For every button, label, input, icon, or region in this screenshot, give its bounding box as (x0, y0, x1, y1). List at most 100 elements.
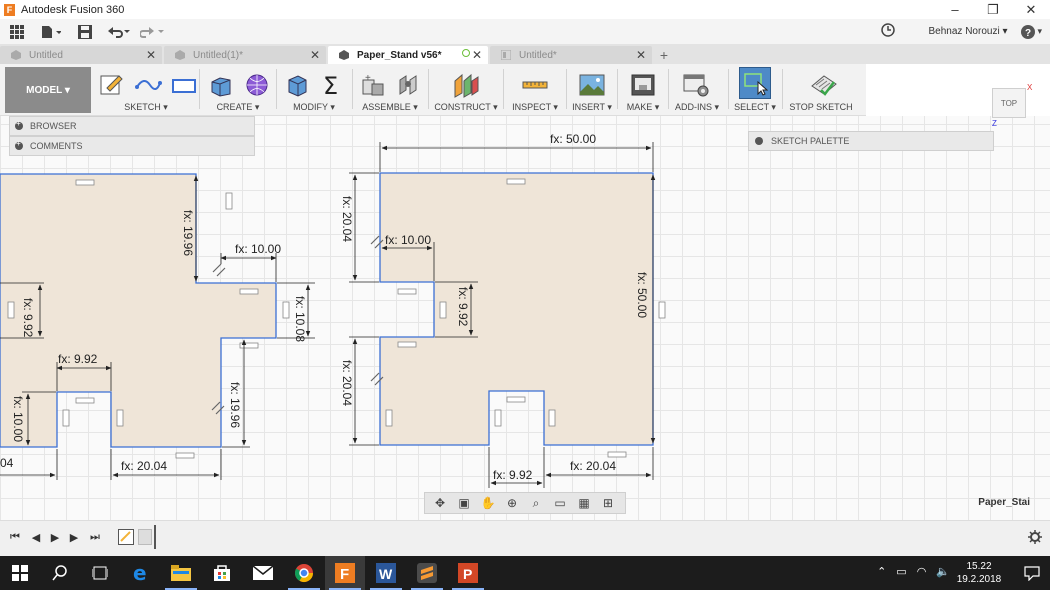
timeline-settings-gear-icon[interactable] (1028, 530, 1042, 547)
dim-text[interactable]: fx: 19.96 (228, 382, 242, 428)
close-tab-icon[interactable]: ✕ (472, 48, 482, 62)
tab-untitled-1[interactable]: Untitled(1)* ✕ (164, 46, 326, 64)
viewcube[interactable]: TOP (992, 88, 1026, 118)
file-menu-icon[interactable] (34, 21, 68, 43)
right-profile-shape[interactable] (379, 172, 654, 446)
previous-step-icon[interactable]: ◀ (29, 530, 43, 544)
dim-text[interactable]: fx: 9.92 (456, 287, 470, 327)
first-step-icon[interactable]: ⏮ (8, 530, 22, 544)
job-status-clock-icon[interactable] (880, 23, 895, 40)
tab-untitled[interactable]: Untitled ✕ (0, 46, 162, 64)
dim-text[interactable]: fx: 10.08 (293, 296, 307, 342)
wifi-icon[interactable]: ◠ (917, 565, 927, 578)
stop-sketch-icon[interactable] (808, 69, 840, 101)
search-icon[interactable] (40, 556, 80, 590)
grid-settings-icon[interactable]: ▦ (574, 495, 594, 511)
sketch-group[interactable]: SKETCH ▾ (96, 64, 196, 116)
close-tab-icon[interactable]: ✕ (636, 48, 646, 62)
rectangle-icon[interactable] (168, 69, 200, 101)
taskbar-clock[interactable]: 15.22 19.2.2018 (954, 560, 1004, 586)
zoom-window-icon[interactable]: ⌕ (526, 495, 546, 511)
word-icon[interactable]: W (366, 556, 406, 590)
joint-icon[interactable] (393, 69, 425, 101)
expand-plus-icon[interactable] (15, 139, 23, 150)
sketch-feature-icon[interactable] (118, 529, 134, 545)
minimize-icon[interactable]: – (936, 0, 974, 19)
expand-plus-icon[interactable] (755, 137, 763, 145)
chrome-icon[interactable] (284, 556, 324, 590)
dim-text[interactable]: fx: 50.00 (635, 272, 649, 318)
insert-group[interactable]: INSERT ▾ (572, 64, 612, 116)
save-icon[interactable] (68, 21, 102, 43)
powerpoint-icon[interactable]: P (448, 556, 488, 590)
close-window-icon[interactable]: ✕ (1012, 0, 1050, 19)
user-account-menu[interactable]: Behnaz Norouzi ▾ (929, 26, 1008, 37)
dim-text[interactable]: fx: 20.04 (570, 459, 616, 473)
dim-text[interactable]: fx: 9.92 (21, 298, 35, 338)
dim-text[interactable]: fx: 20.04 (340, 360, 354, 406)
battery-icon[interactable]: ▭ (896, 565, 906, 578)
display-settings-icon[interactable]: ▭ (550, 495, 570, 511)
next-step-icon[interactable]: ▶ (67, 530, 81, 544)
3d-print-icon[interactable] (627, 69, 659, 101)
dim-text[interactable]: fx: 20.04 (121, 459, 167, 473)
offset-plane-icon[interactable] (450, 69, 482, 101)
new-component-icon[interactable]: + (357, 69, 389, 101)
modify-group[interactable]: Σ MODIFY ▾ (281, 64, 347, 116)
dim-text[interactable]: fx: 10.00 (385, 233, 431, 247)
help-icon[interactable]: ? ▾ (1021, 24, 1042, 39)
expand-plus-icon[interactable] (15, 119, 23, 130)
pan-hand-icon[interactable]: ✋ (478, 495, 498, 511)
comments-panel[interactable]: COMMENTS (9, 136, 255, 156)
workspace-switcher-button[interactable]: MODEL ▾ (5, 67, 91, 113)
action-center-icon[interactable] (1024, 565, 1040, 584)
data-panel-grid-icon[interactable] (0, 21, 34, 43)
mail-icon[interactable] (243, 556, 283, 590)
insert-image-icon[interactable] (576, 69, 608, 101)
dim-text[interactable]: 04 (0, 456, 14, 470)
dim-text[interactable]: fx: 9.92 (493, 468, 533, 482)
tab-untitled-star[interactable]: Untitled* ✕ (490, 46, 652, 64)
select-cursor-icon[interactable] (739, 67, 771, 99)
assemble-group[interactable]: + ASSEMBLE ▾ (357, 64, 423, 116)
close-tab-icon[interactable]: ✕ (146, 48, 156, 62)
restore-icon[interactable]: ❐ (974, 0, 1012, 19)
dim-text[interactable]: fx: 10.00 (235, 242, 281, 256)
file-explorer-icon[interactable] (161, 556, 201, 590)
line-icon[interactable] (132, 69, 164, 101)
play-icon[interactable]: ▶ (48, 530, 62, 544)
extrude-icon[interactable] (205, 69, 237, 101)
make-group[interactable]: MAKE ▾ (623, 64, 663, 116)
scripts-addins-icon[interactable] (680, 69, 712, 101)
store-icon[interactable] (202, 556, 242, 590)
dim-text[interactable]: fx: 19.96 (181, 210, 195, 256)
dim-text[interactable]: fx: 10.00 (11, 396, 25, 442)
volume-icon[interactable]: 🔈 (936, 565, 950, 578)
browser-panel[interactable]: BROWSER (9, 116, 255, 136)
form-icon[interactable] (241, 69, 273, 101)
press-pull-icon[interactable] (281, 69, 313, 101)
show-hidden-icons-chevron-icon[interactable]: ⌃ (877, 565, 886, 578)
windows-start-icon[interactable] (0, 556, 40, 590)
select-group[interactable]: SELECT ▾ (733, 64, 777, 116)
dim-text[interactable]: fx: 50.00 (550, 132, 596, 146)
redo-icon[interactable] (136, 21, 170, 43)
inspect-group[interactable]: INSPECT ▾ (509, 64, 561, 116)
look-at-icon[interactable]: ▣ (454, 495, 474, 511)
edge-browser-icon[interactable]: e (121, 556, 161, 590)
viewports-icon[interactable]: ⊞ (598, 495, 618, 511)
fusion-360-taskbar-icon[interactable]: F (325, 556, 365, 590)
create-group[interactable]: CREATE ▾ (205, 64, 271, 116)
construct-group[interactable]: CONSTRUCT ▾ (434, 64, 498, 116)
dim-text[interactable]: fx: 9.92 (58, 352, 98, 366)
sketch-drawing[interactable]: fx: 50.00 fx: 20.04 fx: 10.00 fx: 9.92 f… (0, 116, 1050, 520)
tab-paper-stand[interactable]: Paper_Stand v56* ✕ (328, 46, 488, 64)
parameters-sigma-icon[interactable]: Σ (317, 69, 349, 101)
close-tab-icon[interactable]: ✕ (310, 48, 320, 62)
task-view-icon[interactable] (80, 556, 120, 590)
timeline-marker[interactable] (154, 525, 156, 549)
sublime-text-icon[interactable] (407, 556, 447, 590)
orbit-icon[interactable]: ✥ (430, 495, 450, 511)
create-sketch-icon[interactable] (96, 69, 128, 101)
measure-icon[interactable] (519, 69, 551, 101)
